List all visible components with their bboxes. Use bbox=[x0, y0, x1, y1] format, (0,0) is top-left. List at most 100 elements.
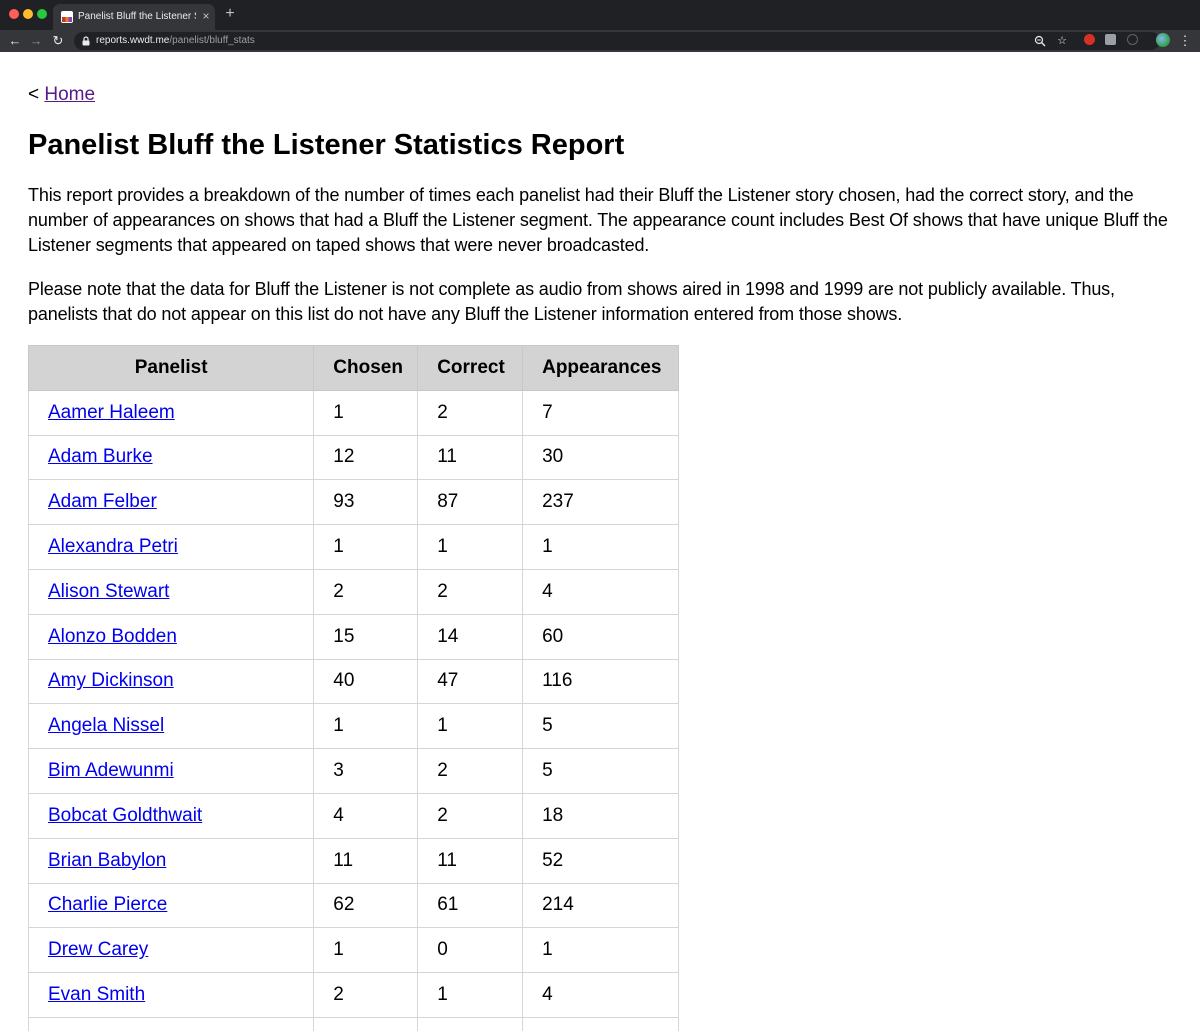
cell-appearances: 4 bbox=[522, 972, 679, 1018]
cell-chosen: 2 bbox=[313, 568, 419, 615]
cell-correct: 11 bbox=[417, 434, 524, 481]
cell-chosen: 1 bbox=[313, 524, 419, 570]
tab-close-icon[interactable]: × bbox=[199, 9, 213, 23]
cell-appearances: 5 bbox=[522, 748, 679, 794]
cell-chosen: 1 bbox=[313, 927, 419, 974]
panelist-link[interactable]: Bobcat Goldthwait bbox=[48, 805, 202, 826]
browser-tab-bar: Panelist Bluff the Listener Stati × + bbox=[0, 0, 1200, 30]
table-row: Charlie Pierce 62 61 214 bbox=[27, 882, 679, 929]
address-bar[interactable]: reports.wwdt.me/panelist/bluff_stats ☆ bbox=[74, 32, 1160, 50]
panelist-link[interactable]: Charlie Pierce bbox=[48, 894, 167, 915]
table-row: Alison Stewart 2 2 4 bbox=[27, 568, 679, 615]
window-minimize-button[interactable] bbox=[23, 9, 33, 19]
panelist-link[interactable]: Alexandra Petri bbox=[48, 536, 178, 557]
home-link[interactable]: Home bbox=[44, 84, 95, 105]
cell-correct: 1 bbox=[417, 524, 524, 570]
cell-appearances: 214 bbox=[522, 882, 679, 929]
reload-button[interactable]: ↻ bbox=[50, 32, 66, 50]
panelist-link[interactable]: Adam Felber bbox=[48, 491, 157, 512]
cell-correct: 2 bbox=[417, 792, 524, 839]
new-tab-button[interactable]: + bbox=[222, 5, 238, 23]
cell-appearances: 1 bbox=[522, 927, 679, 974]
cell-appearances: 18 bbox=[522, 792, 679, 839]
browser-toolbar: ← → ↻ reports.wwdt.me/panelist/bluff_sta… bbox=[0, 30, 1200, 52]
cell-panelist: Bobcat Goldthwait bbox=[27, 792, 315, 839]
cell-chosen: 11 bbox=[313, 837, 419, 884]
cell-correct bbox=[417, 1016, 524, 1031]
cell-chosen bbox=[313, 1016, 419, 1031]
window-close-button[interactable] bbox=[9, 9, 19, 19]
cell-appearances: 4 bbox=[522, 568, 679, 615]
back-button[interactable]: ← bbox=[7, 32, 23, 50]
table-row: Drew Carey 1 0 1 bbox=[27, 927, 679, 974]
cell-chosen: 62 bbox=[313, 882, 419, 929]
table-row: Bobcat Goldthwait 4 2 18 bbox=[27, 792, 679, 839]
table-row: Alexandra Petri 1 1 1 bbox=[27, 524, 679, 570]
panelist-link[interactable]: Alonzo Bodden bbox=[48, 626, 177, 647]
header-panelist[interactable]: Panelist bbox=[27, 345, 315, 391]
table-row: Aamer Haleem 1 2 7 bbox=[27, 389, 679, 436]
table-row: Brian Babylon 11 11 52 bbox=[27, 837, 679, 884]
lock-icon bbox=[82, 36, 90, 46]
cell-correct: 2 bbox=[417, 568, 524, 615]
url-host: reports.wwdt.me bbox=[96, 35, 170, 46]
bookmark-star-icon[interactable]: ☆ bbox=[1055, 33, 1069, 49]
panelist-link[interactable]: Drew Carey bbox=[48, 939, 148, 960]
cell-panelist: Angela Nissel bbox=[27, 703, 315, 750]
table-row: Angela Nissel 1 1 5 bbox=[27, 703, 679, 750]
panelist-link[interactable]: Evan Smith bbox=[48, 984, 145, 1005]
table-row: Bim Adewunmi 3 2 5 bbox=[27, 748, 679, 794]
cell-panelist: Evan Smith bbox=[27, 972, 315, 1018]
browser-tab[interactable]: Panelist Bluff the Listener Stati × bbox=[53, 4, 215, 30]
cell-appearances: 237 bbox=[522, 479, 679, 526]
table-row bbox=[27, 1016, 679, 1031]
panelist-link[interactable]: Angela Nissel bbox=[48, 715, 164, 736]
note-paragraph: Please note that the data for Bluff the … bbox=[28, 279, 1115, 324]
cell-correct: 1 bbox=[417, 703, 524, 750]
panelist-link[interactable]: Brian Babylon bbox=[48, 850, 166, 871]
panelist-link[interactable]: Aamer Haleem bbox=[48, 402, 175, 423]
cell-panelist: Aamer Haleem bbox=[27, 389, 315, 436]
breadcrumb: < Home bbox=[28, 82, 95, 108]
window-zoom-button[interactable] bbox=[37, 9, 47, 19]
cell-panelist: Adam Felber bbox=[27, 479, 315, 526]
cell-panelist: Adam Burke bbox=[27, 434, 315, 481]
cell-correct: 47 bbox=[417, 658, 524, 705]
cell-panelist: Alexandra Petri bbox=[27, 524, 315, 570]
cell-appearances bbox=[522, 1016, 679, 1031]
profile-avatar[interactable] bbox=[1156, 33, 1170, 47]
header-chosen[interactable]: Chosen bbox=[313, 345, 419, 391]
panelist-link[interactable]: Amy Dickinson bbox=[48, 670, 174, 691]
panelist-link[interactable]: Alison Stewart bbox=[48, 581, 169, 602]
table-header-row: Panelist Chosen Correct Appearances bbox=[27, 345, 679, 391]
intro-paragraph: This report provides a breakdown of the … bbox=[28, 185, 1168, 255]
cell-panelist: Amy Dickinson bbox=[27, 658, 315, 705]
table-row: Evan Smith 2 1 4 bbox=[27, 972, 679, 1018]
breadcrumb-prefix: < bbox=[28, 84, 45, 105]
cell-chosen: 1 bbox=[313, 389, 419, 436]
url-text[interactable]: reports.wwdt.me/panelist/bluff_stats bbox=[96, 34, 255, 48]
extension-camera-icon[interactable] bbox=[1105, 34, 1116, 45]
cell-appearances: 52 bbox=[522, 837, 679, 884]
header-appearances[interactable]: Appearances bbox=[522, 345, 679, 391]
table-row: Adam Felber 93 87 237 bbox=[27, 479, 679, 526]
table-row: Amy Dickinson 40 47 116 bbox=[27, 658, 679, 705]
header-correct[interactable]: Correct bbox=[417, 345, 524, 391]
cell-correct: 2 bbox=[417, 748, 524, 794]
browser-menu-icon[interactable]: ⋮ bbox=[1178, 32, 1192, 50]
cell-chosen: 93 bbox=[313, 479, 419, 526]
cell-appearances: 60 bbox=[522, 613, 679, 660]
cell-correct: 0 bbox=[417, 927, 524, 974]
forward-button[interactable]: → bbox=[28, 32, 44, 50]
panelist-link[interactable]: Bim Adewunmi bbox=[48, 760, 174, 781]
cell-chosen: 3 bbox=[313, 748, 419, 794]
cell-panelist: Alonzo Bodden bbox=[27, 613, 315, 660]
cell-chosen: 1 bbox=[313, 703, 419, 750]
extension-adblock-icon[interactable] bbox=[1084, 34, 1095, 45]
zoom-icon[interactable] bbox=[1034, 35, 1046, 47]
panelist-link[interactable]: Adam Burke bbox=[48, 446, 153, 467]
extension-info-icon[interactable] bbox=[1127, 34, 1138, 45]
cell-panelist: Brian Babylon bbox=[27, 837, 315, 884]
cell-chosen: 2 bbox=[313, 972, 419, 1018]
cell-chosen: 4 bbox=[313, 792, 419, 839]
